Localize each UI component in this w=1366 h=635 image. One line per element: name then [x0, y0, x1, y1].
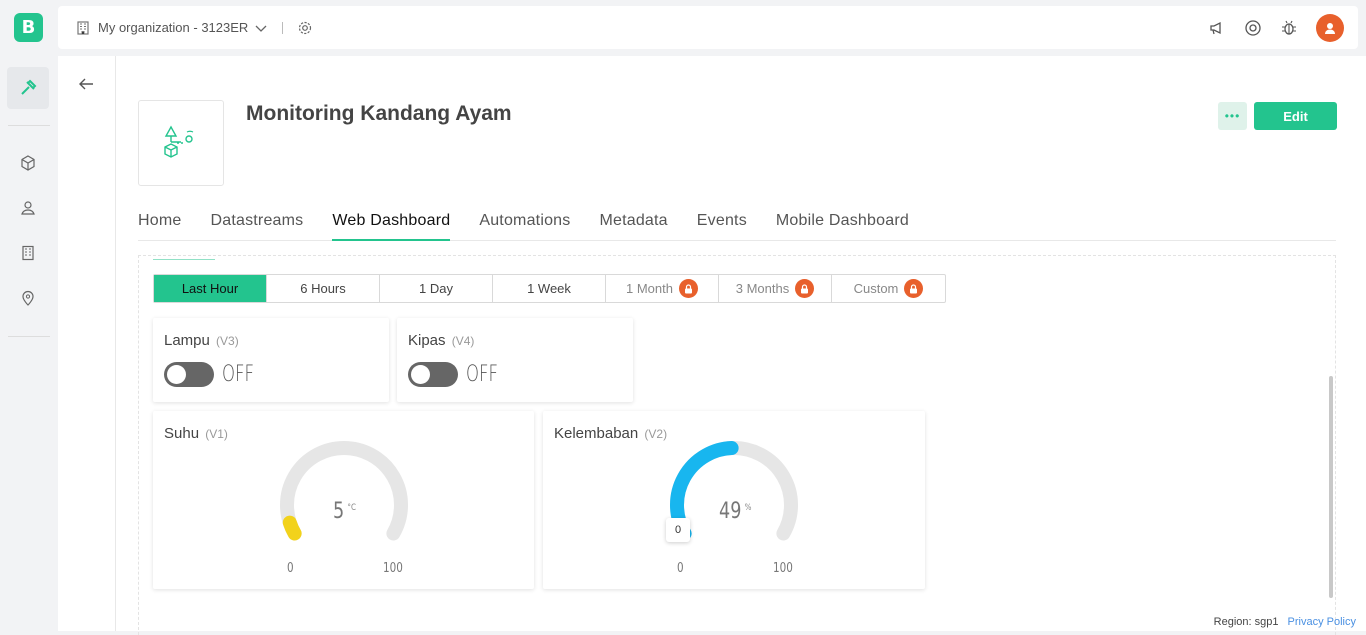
rail-divider — [8, 336, 50, 337]
bug-icon[interactable] — [1280, 19, 1298, 37]
lock-icon — [795, 279, 815, 298]
rail-divider — [8, 125, 50, 126]
org-name: My organization - 3123ER — [98, 20, 249, 35]
cube-icon — [21, 155, 35, 171]
megaphone-icon[interactable] — [1208, 19, 1226, 37]
gauge-unit: °C — [347, 502, 357, 513]
range-label: 1 Day — [419, 281, 453, 296]
gauge-unit: % — [744, 502, 752, 513]
widget-name: Suhu — [164, 425, 200, 442]
tab-metadata[interactable]: Metadata — [599, 208, 667, 241]
range-1-month[interactable]: 1 Month — [606, 275, 719, 302]
suhu-max: 100 — [383, 561, 403, 576]
range-3-months[interactable]: 3 Months — [719, 275, 832, 302]
widget-pin: (V2) — [644, 427, 668, 441]
chevron-down-icon — [255, 25, 267, 32]
widget-kipas: Kipas (V4) OFF — [397, 318, 633, 402]
suhu-min: 0 — [287, 561, 294, 576]
building-icon — [77, 20, 89, 35]
region-label: Region: sgp1 — [1213, 616, 1279, 628]
dashboard-scrollbar[interactable] — [1329, 376, 1333, 598]
rail-item-templates[interactable] — [7, 142, 49, 184]
widget-name: Kipas — [408, 332, 446, 349]
kelembaban-max: 100 — [773, 561, 793, 576]
widget-pin: (V1) — [205, 427, 228, 441]
avatar[interactable] — [1316, 13, 1344, 42]
location-user-icon — [21, 201, 35, 215]
range-label: 3 Months — [735, 281, 790, 296]
pin-icon — [22, 290, 34, 306]
left-rail — [0, 58, 58, 631]
range-label: Custom — [853, 281, 899, 296]
top-bar: My organization - 3123ER — [58, 6, 1358, 49]
range-1-day[interactable]: 1 Day — [380, 275, 493, 302]
tab-mobile-dashboard[interactable]: Mobile Dashboard — [776, 208, 909, 241]
gauge-value-text: 5 — [333, 499, 345, 524]
widget-suhu: Suhu (V1) 5 °C 0 100 — [153, 411, 534, 589]
tab-events[interactable]: Events — [697, 208, 747, 241]
wrench-icon — [21, 79, 37, 95]
main-panel: Monitoring Kandang Ayam ••• Edit Home Da… — [58, 56, 1366, 635]
kelembaban-min: 0 — [677, 561, 684, 576]
edit-button[interactable]: Edit — [1254, 102, 1337, 130]
range-label: 6 Hours — [300, 281, 346, 296]
lock-icon — [678, 279, 698, 298]
range-label: Last Hour — [181, 281, 239, 296]
widget-name: Kelembaban — [554, 425, 639, 442]
range-label: 1 Month — [626, 281, 673, 296]
gauge-fill — [282, 515, 302, 541]
tab-web-dashboard[interactable]: Web Dashboard — [332, 208, 451, 241]
lampu-state: OFF — [222, 362, 254, 387]
rail-item-developer-tools[interactable] — [7, 67, 49, 109]
rail-item-users[interactable] — [7, 187, 49, 229]
gauge-tooltip: 0 — [666, 518, 690, 542]
help-icon[interactable] — [1244, 19, 1262, 37]
footer: Region: sgp1 Privacy Policy — [1214, 616, 1356, 628]
tab-automations[interactable]: Automations — [479, 208, 570, 241]
range-6-hours[interactable]: 6 Hours — [267, 275, 380, 302]
tab-bar: Home Datastreams Web Dashboard Automatio… — [138, 208, 1336, 241]
widget-title: Kelembaban (V2) — [554, 425, 667, 442]
device-template-image[interactable] — [138, 100, 224, 186]
building-icon — [22, 245, 34, 261]
org-selector[interactable]: My organization - 3123ER — [76, 20, 268, 35]
widget-kelembaban: Kelembaban (V2) 49% 0 100 0 — [543, 411, 925, 589]
device-icon — [164, 125, 194, 158]
device-title: Monitoring Kandang Ayam — [246, 102, 512, 125]
lampu-toggle[interactable] — [164, 362, 214, 387]
divider — [282, 21, 284, 34]
widget-title: Lampu (V3) — [164, 332, 239, 349]
kipas-state: OFF — [466, 362, 498, 387]
back-column — [58, 56, 116, 631]
user-icon — [1325, 22, 1335, 34]
dashboard-tab-indicator — [153, 259, 215, 260]
app-logo[interactable]: B — [14, 13, 43, 42]
kelembaban-value: 49% — [719, 499, 751, 524]
widget-title: Kipas (V4) — [408, 332, 474, 349]
range-label: 1 Week — [527, 281, 571, 296]
gauge-value-text: 49 — [719, 499, 742, 524]
range-1-week[interactable]: 1 Week — [493, 275, 606, 302]
widget-name: Lampu — [164, 332, 210, 349]
widget-pin: (V4) — [451, 334, 475, 348]
lock-icon — [904, 279, 924, 298]
suhu-value: 5 °C — [333, 499, 356, 524]
privacy-policy-link[interactable]: Privacy Policy — [1288, 616, 1356, 628]
kipas-toggle[interactable] — [408, 362, 458, 387]
back-arrow-icon[interactable] — [76, 74, 96, 94]
tab-home[interactable]: Home — [138, 208, 181, 241]
more-options-button[interactable]: ••• — [1218, 102, 1247, 130]
gear-icon[interactable] — [297, 20, 313, 36]
range-custom[interactable]: Custom — [832, 275, 945, 302]
range-last-hour[interactable]: Last Hour — [154, 275, 267, 302]
tab-datastreams[interactable]: Datastreams — [210, 208, 303, 241]
rail-item-organizations[interactable] — [7, 232, 49, 274]
widget-title: Suhu (V1) — [164, 425, 228, 442]
time-range-selector: Last Hour 6 Hours 1 Day 1 Week 1 Month 3… — [153, 274, 946, 303]
widget-lampu: Lampu (V3) OFF — [153, 318, 389, 402]
widget-pin: (V3) — [216, 334, 239, 348]
rail-item-locations[interactable] — [7, 277, 49, 319]
